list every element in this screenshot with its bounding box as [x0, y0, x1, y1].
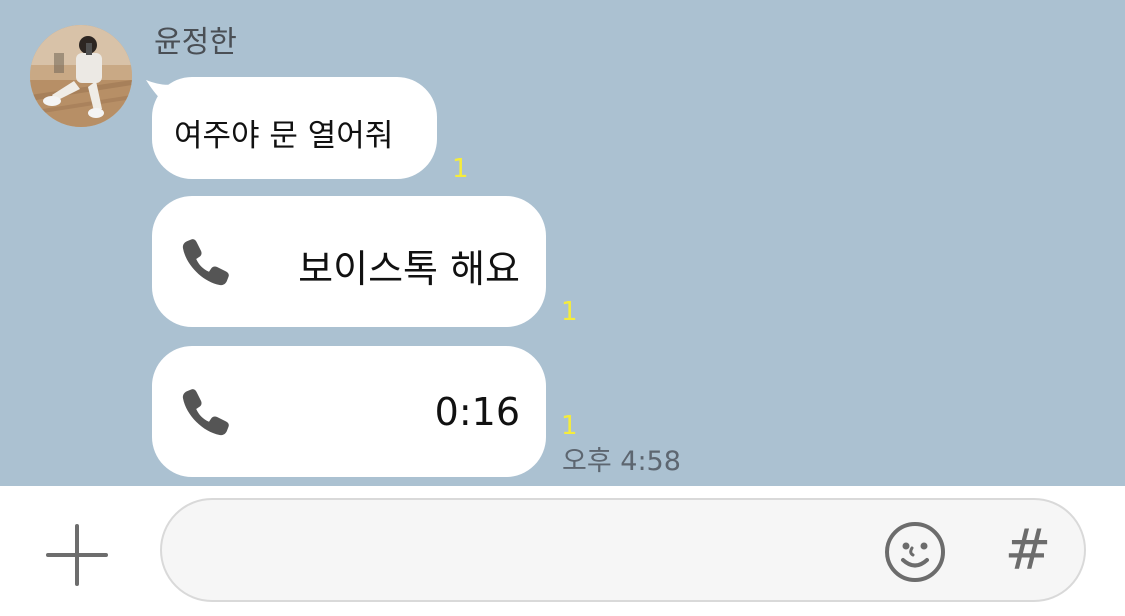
message-text: 여주야 문 열어줘 — [174, 118, 394, 154]
input-bar: # — [0, 486, 1125, 616]
phone-icon — [182, 389, 229, 436]
plus-icon[interactable] — [44, 522, 110, 588]
chat-area[interactable]: 윤정한 여주야 문 열어줘 1 보이스톡 해요 1 0:16 1 오후 4:58 — [0, 0, 1125, 486]
unread-count: 1 — [452, 154, 469, 184]
voice-call-bubble[interactable]: 0:16 — [152, 346, 546, 477]
avatar[interactable] — [30, 25, 132, 127]
message-input[interactable] — [202, 528, 846, 576]
voice-call-bubble[interactable]: 보이스톡 해요 — [152, 196, 546, 327]
message-input-field[interactable]: # — [160, 498, 1086, 602]
call-label: 보이스톡 해요 — [298, 247, 520, 291]
message-bubble[interactable]: 여주야 문 열어줘 — [152, 77, 437, 179]
call-duration: 0:16 — [434, 390, 520, 434]
hash-button[interactable]: # — [1000, 516, 1056, 586]
unread-count: 1 — [561, 411, 578, 441]
message-timestamp: 오후 4:58 — [562, 446, 681, 477]
phone-icon — [182, 239, 229, 286]
avatar-photo — [30, 25, 132, 127]
unread-count: 1 — [561, 297, 578, 327]
sender-name: 윤정한 — [154, 25, 237, 60]
emoji-icon[interactable] — [884, 521, 946, 583]
